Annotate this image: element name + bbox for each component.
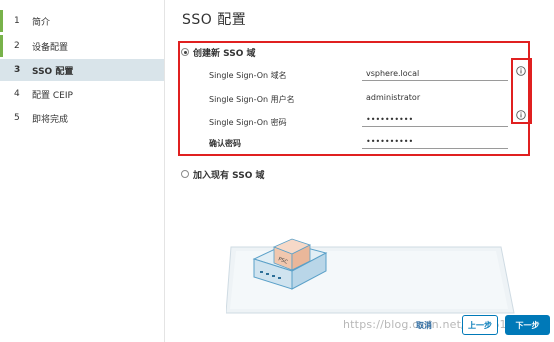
step-label: 设备配置: [32, 42, 69, 53]
step-label: 简介: [32, 17, 51, 28]
wizard-sidebar: 1 简介 2 设备配置 3 SSO 配置 4 配置 CEIP 5 即将完成: [0, 0, 165, 342]
step-number: 1: [14, 16, 20, 26]
sidebar-step-ready[interactable]: 5 即将完成: [0, 107, 164, 129]
confirm-password-input[interactable]: [362, 135, 508, 149]
completed-indicator: [0, 35, 3, 57]
step-number: 5: [14, 113, 20, 123]
sidebar-step-ceip[interactable]: 4 配置 CEIP: [0, 83, 164, 105]
username-input[interactable]: [362, 91, 508, 105]
step-number: 2: [14, 41, 20, 51]
info-icon[interactable]: [516, 66, 526, 76]
password-label: Single Sign-On 密码: [209, 118, 287, 127]
sidebar-step-sso-config[interactable]: 3 SSO 配置: [0, 59, 164, 81]
step-label: SSO 配置: [32, 66, 74, 77]
step-label: 即将完成: [32, 114, 69, 125]
password-input[interactable]: [362, 113, 508, 127]
sidebar-step-intro[interactable]: 1 简介: [0, 10, 164, 32]
step-number: 3: [14, 65, 21, 75]
psc-appliance-illustration: PSC: [226, 238, 515, 314]
domain-name-label: Single Sign-On 域名: [209, 71, 287, 80]
step-number: 4: [14, 89, 20, 99]
back-button[interactable]: 上一步: [462, 315, 498, 335]
sidebar-step-device-config[interactable]: 2 设备配置: [0, 35, 164, 57]
completed-indicator: [0, 10, 3, 32]
confirm-password-label: 确认密码: [209, 139, 241, 148]
step-label: 配置 CEIP: [32, 90, 73, 101]
radio-create-new-domain[interactable]: [181, 48, 189, 56]
info-icon[interactable]: [516, 110, 526, 120]
domain-name-input[interactable]: [362, 67, 508, 81]
page-title: SSO 配置: [182, 12, 247, 28]
username-label: Single Sign-On 用户名: [209, 95, 295, 104]
radio-join-existing-domain[interactable]: [181, 170, 189, 178]
option-create-new-domain-label: 创建新 SSO 域: [193, 49, 256, 59]
cancel-button[interactable]: 取消: [416, 320, 432, 331]
option-join-existing-domain-label: 加入现有 SSO 域: [193, 171, 265, 181]
next-button[interactable]: 下一步: [505, 315, 550, 335]
